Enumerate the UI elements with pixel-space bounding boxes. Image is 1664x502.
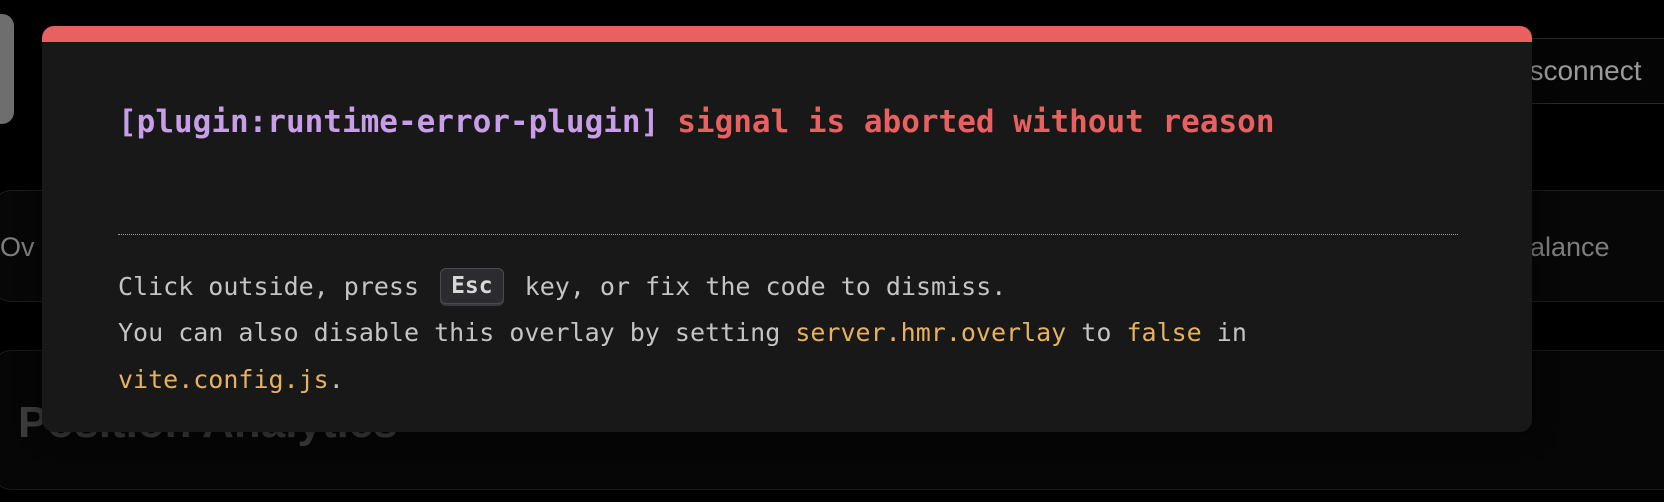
- esc-key[interactable]: Esc: [440, 268, 504, 304]
- error-overlay-window: [plugin:runtime-error-plugin] signal is a…: [42, 26, 1532, 432]
- tip-text: key, or fix the code to dismiss.: [509, 272, 1007, 301]
- disable-overlay-tip: You can also disable this overlay by set…: [118, 318, 1247, 347]
- error-message: signal is aborted without reason: [677, 104, 1275, 140]
- tab-balance[interactable]: alance: [1530, 232, 1610, 263]
- tip-text: You can also disable this overlay by set…: [118, 318, 796, 347]
- tab-overview-label: Ov: [0, 232, 35, 262]
- setting-value: false: [1126, 318, 1202, 347]
- divider: [118, 234, 1458, 235]
- app-logo-button[interactable]: [0, 14, 14, 124]
- tip-text: Click outside, press: [118, 272, 435, 301]
- hmr-overlay-setting: server.hmr.overlay: [795, 318, 1067, 347]
- tip-text: .: [328, 365, 344, 394]
- tab-overview[interactable]: Ov: [0, 232, 35, 263]
- error-plugin-name: [plugin:runtime-error-plugin]: [118, 104, 660, 140]
- error-title: [plugin:runtime-error-plugin] signal is a…: [118, 104, 1274, 140]
- dismiss-tip: Click outside, press Esc key, or fix the…: [118, 268, 1007, 306]
- tip-text: in: [1201, 318, 1247, 347]
- tip-text: to: [1066, 318, 1127, 347]
- tab-balance-label: alance: [1530, 232, 1610, 262]
- config-file-name: vite.config.js: [118, 365, 329, 394]
- config-file-tip: vite.config.js.: [118, 365, 344, 394]
